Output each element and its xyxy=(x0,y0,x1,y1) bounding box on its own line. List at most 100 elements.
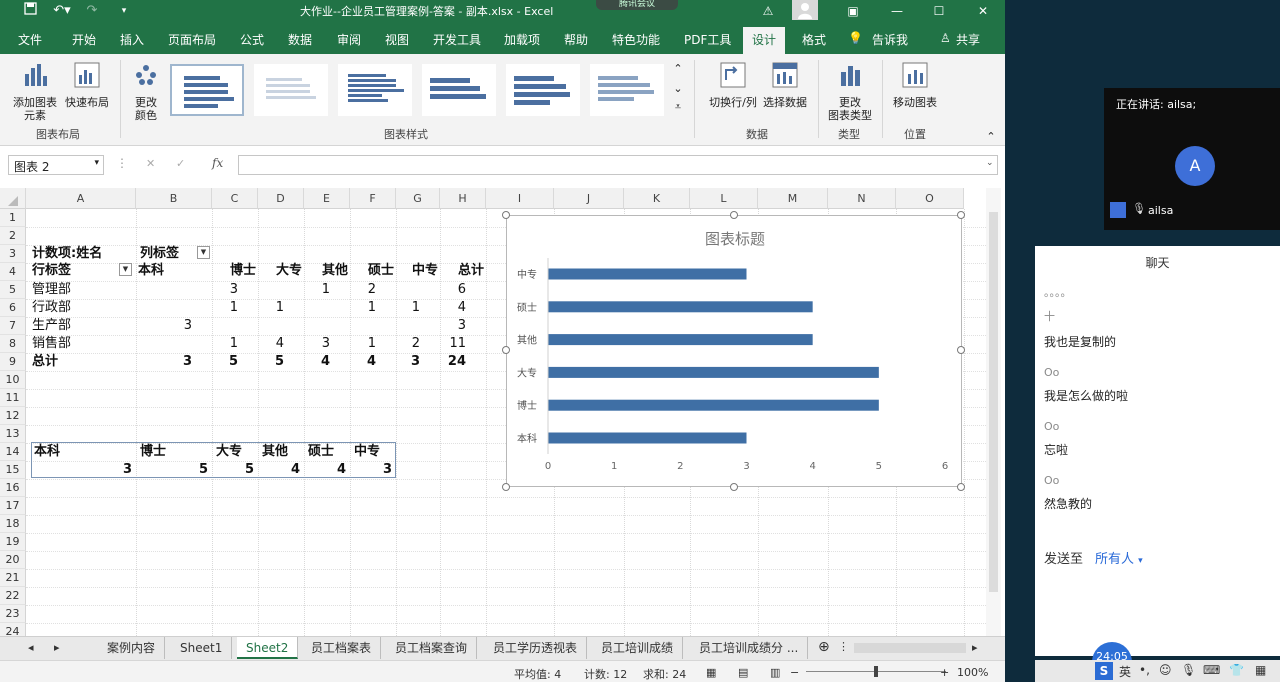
row-header[interactable]: 20 xyxy=(0,551,26,569)
column-header[interactable]: F xyxy=(350,188,396,209)
row-header[interactable]: 2 xyxy=(0,227,26,245)
ribbon-display-icon[interactable]: ▣ xyxy=(842,2,864,20)
add-chart-element-button[interactable]: 添加图表 元素 xyxy=(8,60,62,122)
cancel-icon[interactable]: ✕ xyxy=(146,157,155,170)
tab-help[interactable]: 帮助 xyxy=(564,31,588,48)
tab-insert[interactable]: 插入 xyxy=(120,31,144,48)
maximize-icon[interactable]: ☐ xyxy=(928,2,950,20)
close-icon[interactable]: ✕ xyxy=(972,2,994,20)
bar[interactable] xyxy=(548,399,879,411)
chart-style-3[interactable] xyxy=(338,64,412,116)
tell-me-icon[interactable]: 💡 xyxy=(848,31,863,45)
scroll-right-icon[interactable]: ▸ xyxy=(54,641,60,654)
row-header[interactable]: 12 xyxy=(0,407,26,425)
formula-input[interactable] xyxy=(238,155,998,175)
add-sheet-icon[interactable]: ⊕ xyxy=(818,639,830,655)
row-header[interactable]: 11 xyxy=(0,389,26,407)
chart-style-1[interactable] xyxy=(170,64,244,116)
sogou-icon[interactable]: S xyxy=(1095,662,1113,680)
row-header[interactable]: 18 xyxy=(0,515,26,533)
column-header[interactable]: M xyxy=(758,188,828,209)
column-header[interactable]: O xyxy=(896,188,964,209)
worksheet-grid[interactable]: ABCDEFGHIJKLMNO 1 2 3 4 5 6 7 8 9 10 11 12 13 14 15 16 1… xyxy=(0,188,1005,660)
row-header[interactable]: 21 xyxy=(0,569,26,587)
chart-handle[interactable] xyxy=(502,211,510,219)
quick-layout-button[interactable]: 快速布局 xyxy=(62,60,112,109)
punctuation-icon[interactable]: •, xyxy=(1139,663,1150,677)
chart-object[interactable]: 图表标题 中专 硕士 其他 大专 博士 本科 0 1 2 3 4 5 6 xyxy=(506,215,962,487)
row-header[interactable]: 15 xyxy=(0,461,26,479)
chart-style-6[interactable] xyxy=(590,64,664,116)
tab-pdf[interactable]: PDF工具 xyxy=(684,31,731,48)
warning-icon[interactable]: ⚠ xyxy=(757,2,779,20)
column-header[interactable]: N xyxy=(828,188,896,209)
grid-menu-icon[interactable]: ▦ xyxy=(1255,663,1266,677)
enter-icon[interactable]: ✓ xyxy=(176,157,185,170)
tab-review[interactable]: 审阅 xyxy=(337,31,361,48)
column-header[interactable]: E xyxy=(304,188,350,209)
page-break-view-icon[interactable]: ▥ xyxy=(770,666,780,679)
tab-data[interactable]: 数据 xyxy=(288,31,312,48)
function-icon[interactable]: fx xyxy=(212,156,223,170)
expand-formula-icon[interactable]: ⌄ xyxy=(986,158,994,168)
save-icon[interactable] xyxy=(20,2,40,20)
column-header[interactable]: C xyxy=(212,188,258,209)
move-chart-button[interactable]: 移动图表 xyxy=(888,60,942,109)
change-colors-button[interactable]: 更改 颜色 xyxy=(124,60,168,122)
sheet-tab[interactable]: 员工档案表 xyxy=(302,637,382,659)
customize-qat-icon[interactable]: ▾ xyxy=(118,2,130,20)
sheet-tab[interactable]: 员工学历透视表 xyxy=(484,637,588,659)
vertical-scrollbar[interactable] xyxy=(986,188,1001,636)
chart-handle[interactable] xyxy=(730,483,738,491)
skin-icon[interactable]: 👕 xyxy=(1229,663,1244,677)
zoom-slider-thumb[interactable] xyxy=(874,666,878,677)
row-header[interactable]: 6 xyxy=(0,299,26,317)
bar[interactable] xyxy=(548,268,747,280)
column-header[interactable]: I xyxy=(486,188,554,209)
column-filter-button[interactable]: ▼ xyxy=(197,246,210,259)
row-header[interactable]: 5 xyxy=(0,281,26,299)
tab-addins[interactable]: 加载项 xyxy=(504,31,540,48)
zoom-level[interactable]: 100% xyxy=(957,666,988,679)
user-avatar[interactable] xyxy=(792,0,818,20)
bar[interactable] xyxy=(548,334,813,346)
zoom-out-icon[interactable]: − xyxy=(790,666,799,679)
page-layout-view-icon[interactable]: ▤ xyxy=(738,666,748,679)
sheet-tab[interactable]: 员工档案查询 xyxy=(386,637,478,659)
row-header[interactable]: 14 xyxy=(0,443,26,461)
undo-icon[interactable]: ↶▾ xyxy=(50,2,74,20)
chart-style-5[interactable] xyxy=(506,64,580,116)
change-chart-type-button[interactable]: 更改 图表类型 xyxy=(824,60,876,122)
row-header[interactable]: 23 xyxy=(0,605,26,623)
styles-scroll-up-icon[interactable]: ⌃ xyxy=(668,62,688,75)
column-header[interactable]: H xyxy=(440,188,486,209)
chart-handle[interactable] xyxy=(502,483,510,491)
bar[interactable] xyxy=(548,432,747,444)
collapse-ribbon-icon[interactable]: ⌃ xyxy=(984,130,998,143)
chart-style-2[interactable] xyxy=(254,64,328,116)
select-all-corner[interactable] xyxy=(0,188,26,209)
row-header[interactable]: 19 xyxy=(0,533,26,551)
tab-format[interactable]: 格式 xyxy=(802,31,826,48)
tab-features[interactable]: 特色功能 xyxy=(612,31,660,48)
emoji-icon[interactable]: ☺ xyxy=(1159,663,1172,677)
sheet-tab[interactable]: 案例内容 xyxy=(98,637,166,659)
column-header[interactable]: K xyxy=(624,188,690,209)
row-header[interactable]: 22 xyxy=(0,587,26,605)
sheet-tab[interactable]: 员工培训成绩 xyxy=(592,637,684,659)
tab-developer[interactable]: 开发工具 xyxy=(433,31,481,48)
column-header[interactable]: D xyxy=(258,188,304,209)
ime-mode[interactable]: 英 xyxy=(1119,663,1131,680)
scroll-left-icon[interactable]: ◂ xyxy=(28,641,34,654)
sheet-tab[interactable]: Sheet1 xyxy=(171,637,233,659)
tab-file[interactable]: 文件 xyxy=(18,31,42,48)
row-header[interactable]: 17 xyxy=(0,497,26,515)
keyboard-icon[interactable]: ⌨ xyxy=(1203,663,1220,677)
tab-tell-me[interactable]: 告诉我 xyxy=(872,31,908,48)
name-box[interactable]: 图表 2 ▾ xyxy=(8,155,104,175)
row-header[interactable]: 10 xyxy=(0,371,26,389)
redo-icon[interactable]: ↷ xyxy=(82,2,102,20)
bar[interactable] xyxy=(548,366,879,378)
row-header[interactable]: 3 xyxy=(0,245,26,263)
bar[interactable] xyxy=(548,301,813,313)
